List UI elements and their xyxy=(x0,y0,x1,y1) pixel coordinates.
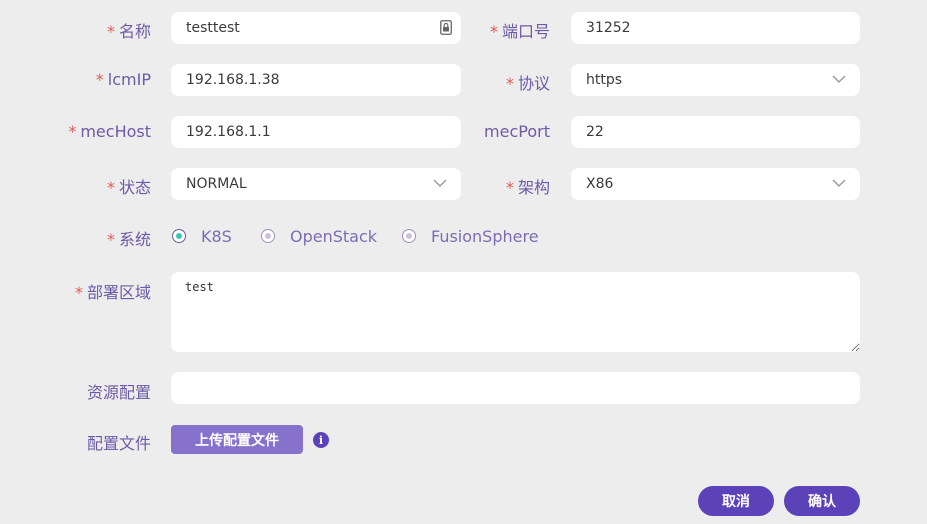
confirm-button[interactable]: 确认 xyxy=(784,486,860,516)
region-textarea[interactable]: test xyxy=(171,272,860,352)
status-label: * 状态 xyxy=(106,178,151,197)
protocol-label: * 协议 xyxy=(505,74,550,93)
port-input[interactable]: 31252 xyxy=(571,12,860,44)
upload-config-button[interactable]: 上传配置文件 xyxy=(171,425,303,454)
info-icon[interactable]: i xyxy=(313,432,329,448)
name-label: * 名称 xyxy=(106,22,151,41)
protocol-select[interactable]: https xyxy=(571,64,860,96)
lcmip-input[interactable]: 192.168.1.38 xyxy=(171,64,461,96)
status-select[interactable]: NORMAL xyxy=(171,168,461,200)
port-label: * 端口号 xyxy=(489,22,550,41)
password-manager-icon[interactable] xyxy=(440,20,452,35)
radio-openstack[interactable]: OpenStack xyxy=(261,227,377,246)
cancel-button[interactable]: 取消 xyxy=(698,486,774,516)
mecport-input[interactable]: 22 xyxy=(571,116,860,148)
mecport-label: mecPort xyxy=(484,122,550,141)
chevron-down-icon xyxy=(832,75,846,83)
radio-selected-icon[interactable] xyxy=(172,229,186,243)
config-file-label: 配置文件 xyxy=(86,434,151,453)
arch-select[interactable]: X86 xyxy=(571,168,860,200)
name-input[interactable]: testtest xyxy=(171,12,461,44)
radio-unselected-icon[interactable] xyxy=(402,229,416,243)
radio-k8s[interactable]: K8S xyxy=(172,227,232,246)
mechost-input[interactable]: 192.168.1.1 xyxy=(171,116,461,148)
arch-label: * 架构 xyxy=(505,178,550,197)
radio-fusionsphere[interactable]: FusionSphere xyxy=(402,227,539,246)
region-label: * 部署区域 xyxy=(74,283,151,302)
resource-input[interactable] xyxy=(171,372,860,404)
chevron-down-icon xyxy=(433,179,447,187)
chevron-down-icon xyxy=(832,179,846,187)
mechost-label: * mecHost xyxy=(68,122,151,141)
lcmip-label: * lcmIP xyxy=(95,70,151,89)
resource-label: 资源配置 xyxy=(86,383,151,402)
radio-unselected-icon[interactable] xyxy=(261,229,275,243)
system-label: * 系统 xyxy=(106,230,151,249)
